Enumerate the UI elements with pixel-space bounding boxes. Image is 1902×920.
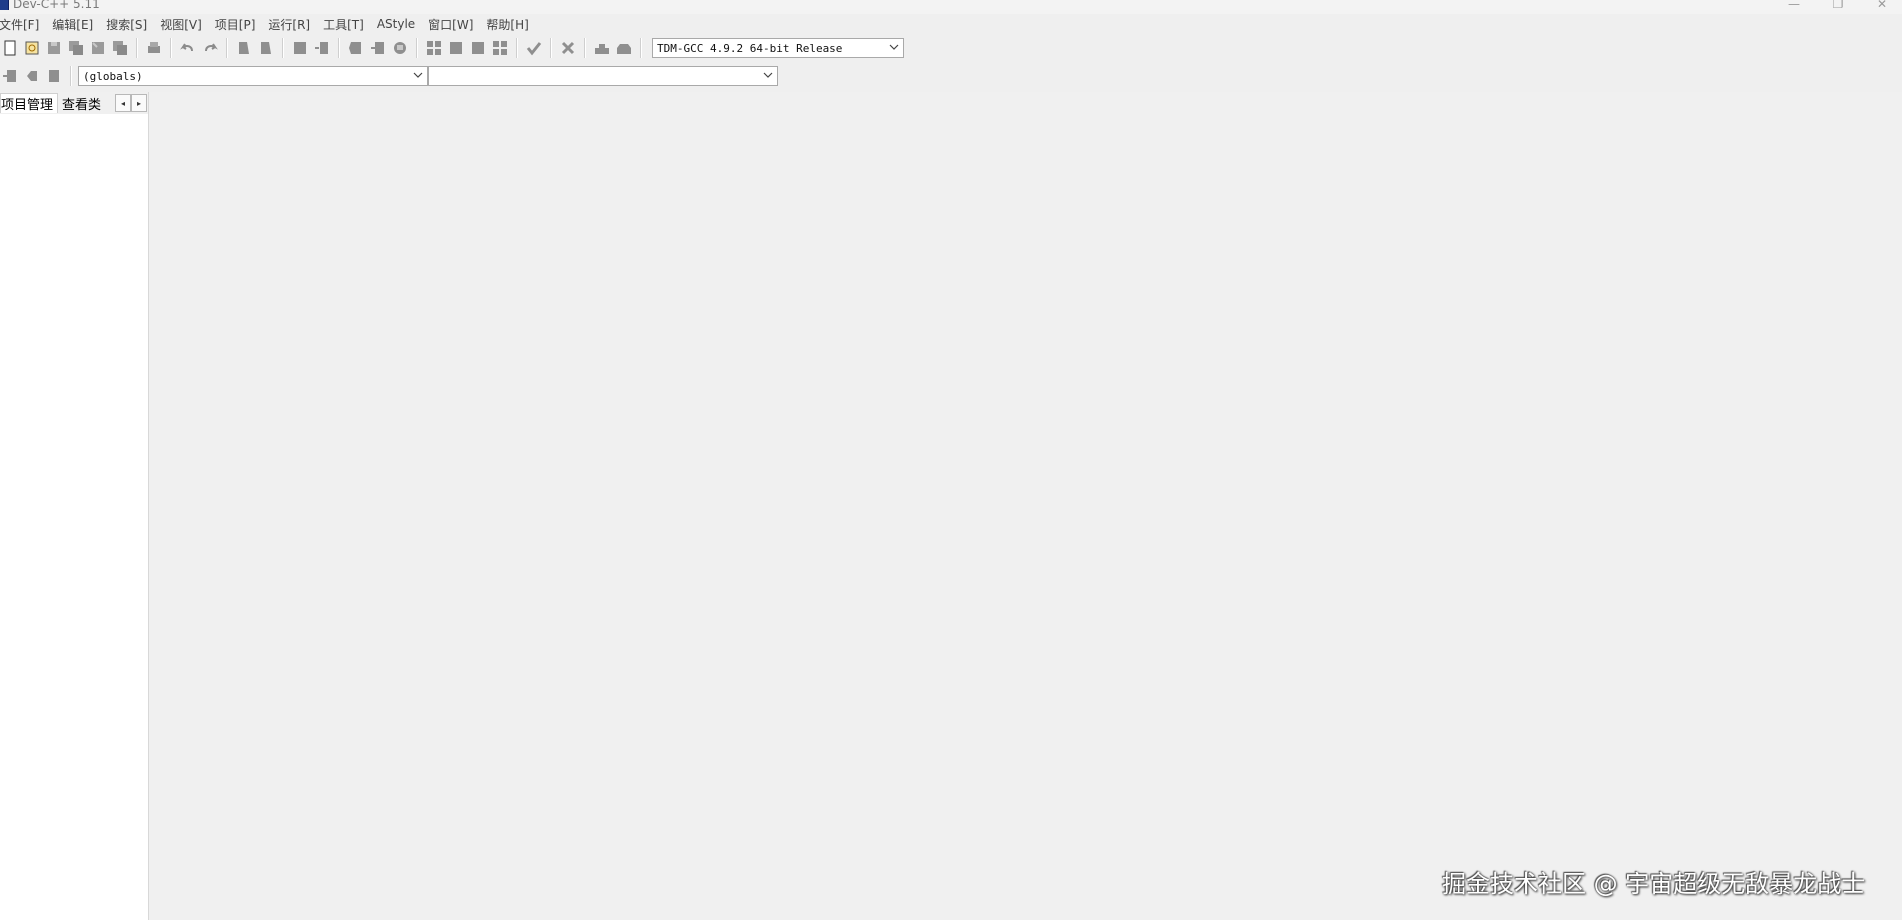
toolbar-separator — [640, 38, 642, 58]
class-toolbar: (globals) — [0, 64, 778, 88]
open-file-icon[interactable] — [22, 38, 42, 58]
compiler-select[interactable]: TDM-GCC 4.9.2 64-bit Release — [652, 38, 904, 58]
toolbar-separator — [516, 38, 518, 58]
main-toolbar: TDM-GCC 4.9.2 64-bit Release — [0, 36, 904, 60]
compiler-select-value: TDM-GCC 4.9.2 64-bit Release — [657, 41, 843, 55]
chevron-down-icon — [763, 70, 773, 82]
goto-line-icon[interactable] — [312, 38, 332, 58]
project-options-icon[interactable] — [390, 38, 410, 58]
chevron-down-icon — [413, 70, 423, 82]
new-file-icon[interactable] — [0, 38, 20, 58]
menu-window[interactable]: 窗口[W] — [428, 16, 479, 33]
tab-scroll-buttons: ◂ ▸ — [115, 94, 148, 112]
syntax-check-icon[interactable] — [524, 38, 544, 58]
menu-run[interactable]: 运行[R] — [268, 16, 316, 33]
rebuild-all-icon[interactable] — [490, 38, 510, 58]
compile-run-icon[interactable] — [468, 38, 488, 58]
print-icon[interactable] — [144, 38, 164, 58]
toolbar-separator — [226, 38, 228, 58]
menu-astyle[interactable]: AStyle — [377, 17, 421, 31]
class-select-value: (globals) — [83, 69, 143, 83]
undo-icon[interactable] — [178, 38, 198, 58]
save-all-icon[interactable] — [66, 38, 86, 58]
member-select[interactable] — [428, 66, 778, 86]
goto-bookmark-icon[interactable] — [44, 66, 64, 86]
compile-icon[interactable] — [424, 38, 444, 58]
toolbar-separator — [416, 38, 418, 58]
close-all-icon[interactable] — [110, 38, 130, 58]
find-next-icon[interactable] — [290, 38, 310, 58]
redo-icon[interactable] — [200, 38, 220, 58]
tab-class-browser[interactable]: 查看类 — [58, 93, 105, 113]
app-icon — [0, 0, 9, 10]
chevron-down-icon — [889, 42, 899, 54]
toolbar-separator — [70, 66, 72, 86]
toolbar-separator — [170, 38, 172, 58]
save-icon[interactable] — [44, 38, 64, 58]
run-icon[interactable] — [446, 38, 466, 58]
title-bar: Dev-C++ 5.11 — ❐ ✕ — [0, 0, 1902, 14]
tab-project-manager[interactable]: 项目管理 — [0, 93, 59, 113]
menu-edit[interactable]: 编辑[E] — [52, 16, 99, 33]
toolbar-separator — [136, 38, 138, 58]
new-project-icon[interactable] — [346, 38, 366, 58]
delete-profile-icon[interactable] — [614, 38, 634, 58]
scroll-left-icon[interactable]: ◂ — [115, 94, 132, 112]
toolbar-separator — [282, 38, 284, 58]
add-to-project-icon[interactable] — [368, 38, 388, 58]
watermark-text: 掘金技术社区 @ 宇宙超级无敌暴龙战士 — [1442, 870, 1866, 898]
class-select[interactable]: (globals) — [78, 66, 428, 86]
project-panel — [0, 92, 149, 920]
toolbar-separator — [338, 38, 340, 58]
menu-search[interactable]: 搜索[S] — [106, 16, 153, 33]
app-window: Dev-C++ 5.11 — ❐ ✕ 文件[F] 编辑[E] 搜索[S] 视图[… — [0, 0, 1902, 920]
menu-file[interactable]: 文件[F] — [0, 16, 45, 33]
menu-view[interactable]: 视图[V] — [160, 16, 208, 33]
maximize-button[interactable]: ❐ — [1816, 0, 1860, 12]
editor-area[interactable] — [149, 92, 1902, 920]
left-panel-tabs: 项目管理 查看类 ◂ ▸ — [0, 92, 148, 114]
window-title: Dev-C++ 5.11 — [13, 0, 100, 11]
insert-icon[interactable] — [0, 66, 20, 86]
minimize-button[interactable]: — — [1772, 0, 1816, 12]
toggle-bookmark-icon[interactable] — [22, 66, 42, 86]
toolbar-separator — [584, 38, 586, 58]
replace-icon[interactable] — [256, 38, 276, 58]
menu-help[interactable]: 帮助[H] — [486, 16, 534, 33]
find-icon[interactable] — [234, 38, 254, 58]
profile-icon[interactable] — [592, 38, 612, 58]
stop-execution-icon[interactable] — [558, 38, 578, 58]
menu-tools[interactable]: 工具[T] — [323, 16, 370, 33]
close-button[interactable]: ✕ — [1860, 0, 1902, 12]
menu-project[interactable]: 项目[P] — [215, 16, 262, 33]
menu-bar: 文件[F] 编辑[E] 搜索[S] 视图[V] 项目[P] 运行[R] 工具[T… — [0, 14, 1902, 34]
scroll-right-icon[interactable]: ▸ — [131, 94, 148, 112]
toolbar-separator — [550, 38, 552, 58]
close-file-icon[interactable] — [88, 38, 108, 58]
